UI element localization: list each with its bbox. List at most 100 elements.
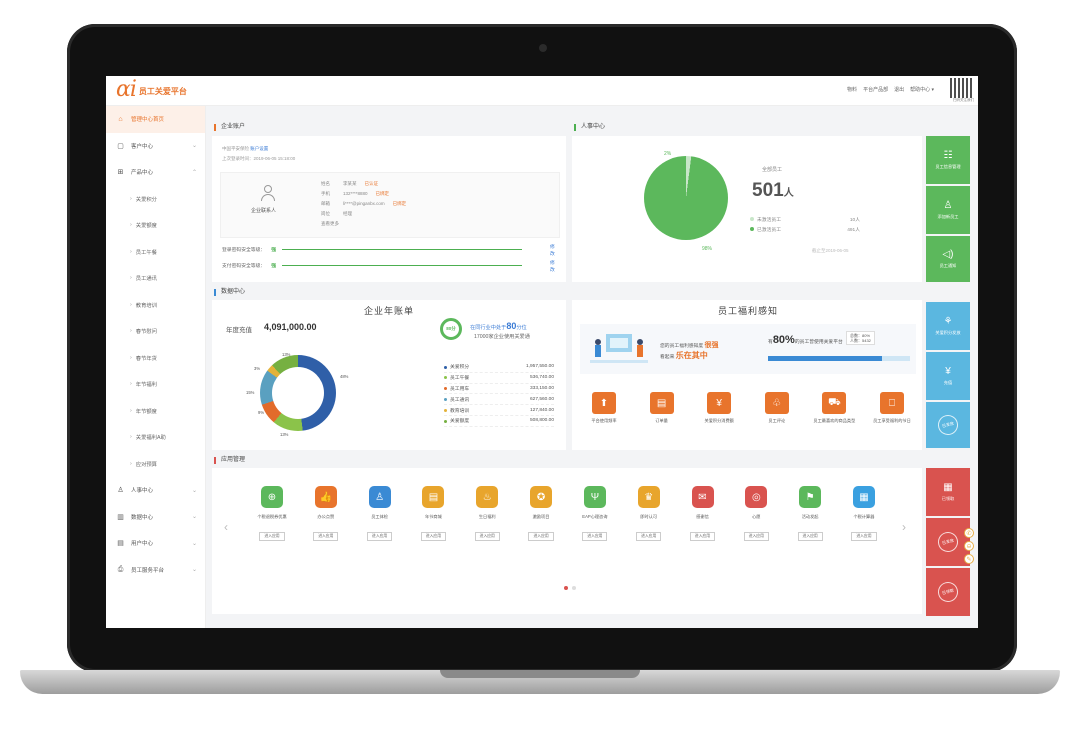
enter-app-button[interactable]: 进入应用	[528, 532, 554, 541]
app-item[interactable]: ✉ 感谢信 进入应用	[679, 486, 727, 541]
bill-list: 关爱积分 1,957,550.00 员工午餐 536,740.00 员工用车 333,…	[444, 362, 554, 427]
app-item[interactable]: ▤ 年节商城 进入应用	[409, 486, 457, 541]
sidebar-item-customer[interactable]: ▢ 客户中心 ⌄	[106, 133, 205, 160]
carousel-dot[interactable]	[572, 586, 576, 590]
arrow-up-icon: ⬆	[592, 392, 616, 414]
enter-app-button[interactable]: 进入应用	[367, 532, 393, 541]
app-item[interactable]: ◎ 心愿 进入应用	[732, 486, 780, 541]
app-item[interactable]: 👍 办公点赞 进入应用	[302, 486, 350, 541]
edit-pay-password-link[interactable]: 修改	[550, 259, 555, 273]
enter-app-button[interactable]: 进入应用	[474, 532, 500, 541]
carousel-dot[interactable]	[564, 586, 568, 590]
view-more-link[interactable]: 查看更多	[321, 221, 339, 227]
app-item[interactable]: ♙ 员工体检 进入应用	[356, 486, 404, 541]
action-order-volume[interactable]: ▤ 订单量	[638, 392, 686, 424]
security-level: 强	[271, 264, 276, 269]
avatar-icon	[261, 185, 275, 203]
action-points-spending[interactable]: ¥ 关爱积分消费额	[695, 392, 743, 424]
sidebar-subitem[interactable]: 年节福利	[106, 371, 205, 398]
sidebar-subitem[interactable]: 春节年货	[106, 345, 205, 372]
app-item[interactable]: Ψ EAP心理咨询 进入应用	[571, 486, 619, 541]
edit-icon[interactable]: ✎	[964, 554, 974, 564]
sidebar-subitem[interactable]: 员工通讯	[106, 265, 205, 292]
top-link[interactable]: 平台产品部	[863, 86, 888, 93]
floating-buttons: ✆ ⊖ ✎	[964, 528, 974, 564]
thumbs-up-icon: 👍	[314, 486, 337, 508]
sidebar-subitem[interactable]: 关爱积分	[106, 186, 205, 213]
annual-bill-title: 企业年账单	[363, 306, 414, 316]
action-holiday-welfare[interactable]: ⎕ 员工享受福利的节日	[868, 392, 916, 424]
tile-points-issue[interactable]: ⚘ 关爱积分发放	[926, 302, 970, 350]
chevron-down-icon: ⌄	[191, 514, 197, 521]
enter-app-button[interactable]: 进入应用	[420, 532, 447, 541]
people-icon: ♧	[764, 392, 789, 414]
next-arrow-icon[interactable]: ›	[902, 520, 906, 534]
account-settings-link[interactable]: 账户设置	[250, 146, 268, 151]
sidebar-item-home[interactable]: ⌂ 管理中心首页	[106, 106, 205, 133]
service-icon: ⎙	[117, 565, 124, 573]
tile-add-employee[interactable]: ♙ 添加新员工	[926, 186, 970, 234]
bar-chart-icon: ▥	[117, 513, 124, 521]
action-platform-frequency[interactable]: ⬆ 平台使用频率	[580, 392, 628, 424]
chevron-down-icon: ⌄	[191, 567, 197, 574]
enter-app-button[interactable]: 进入应用	[851, 532, 877, 541]
tile-received[interactable]: ▦ 已领取	[926, 468, 970, 516]
enter-app-button[interactable]: 进入应用	[797, 532, 823, 541]
top-link[interactable]: 物料	[847, 86, 857, 93]
app-item[interactable]: ♨ 生日福利 进入应用	[463, 486, 511, 541]
contact-row: 邮箱 li****@pinganbx.com 已绑定	[321, 201, 407, 206]
tile-received-2[interactable]: 已领取	[926, 568, 970, 616]
tile-issued[interactable]: 已发放	[926, 402, 970, 448]
sidebar-subitem[interactable]: 员工午餐	[106, 239, 205, 266]
sidebar-subitem[interactable]: 年节额度	[106, 398, 205, 425]
sidebar-item-data[interactable]: ▥ 数据中心 ⌄	[106, 504, 205, 531]
donut-label: 15%	[246, 390, 255, 395]
action-employee-comments[interactable]: ♧ 员工评论	[753, 392, 801, 424]
enter-app-button[interactable]: 进入应用	[313, 532, 339, 541]
pie-label-inactive: 2%	[664, 151, 672, 157]
enter-app-button[interactable]: 进入应用	[689, 532, 716, 541]
sidebar-subitem[interactable]: 教育培训	[106, 292, 205, 319]
enter-app-button[interactable]: 进入应用	[743, 532, 769, 541]
annual-bill-panel: 企业年账单 年度充值 4,091,000.00 80分 在同行业中处于80分位 …	[212, 300, 566, 450]
sidebar-subitem[interactable]: 春节慰问	[106, 318, 205, 345]
action-favorite-category[interactable]: ⛟ 员工最喜欢的商品类型	[810, 392, 858, 424]
sidebar-item-label: 产品中心	[131, 170, 154, 177]
tile-employee-info[interactable]: ☷ 员工信息管理	[926, 136, 970, 184]
sidebar: ⌂ 管理中心首页 ▢ 客户中心 ⌄ ⊞ 产品中心 ⌃ 关爱积分 关爱额度 员工午…	[106, 106, 206, 628]
app-item[interactable]: ⊕ 个税退税券优惠 进入应用	[248, 486, 296, 541]
gift-icon: ⎕	[879, 392, 904, 414]
sidebar-subitem[interactable]: 应对预算	[106, 451, 205, 478]
qr-code	[950, 78, 972, 98]
enter-app-button[interactable]: 进入应用	[582, 532, 608, 541]
sidebar-item-product[interactable]: ⊞ 产品中心 ⌃	[106, 159, 205, 186]
enter-app-button[interactable]: 进入应用	[636, 532, 662, 541]
app-item[interactable]: ▦ 个税计算器 进入应用	[840, 486, 888, 541]
phone-icon[interactable]: ✆	[964, 528, 974, 538]
help-center-link[interactable]: 帮助中心 ▾	[910, 86, 934, 93]
enter-app-button[interactable]: 进入应用	[259, 532, 285, 541]
sidebar-item-service[interactable]: ⎙ 员工服务平台 ⌄	[106, 557, 205, 584]
sidebar-subitem[interactable]: 关爱额度	[106, 212, 205, 239]
sidebar-item-user[interactable]: ▤ 用户中心 ⌄	[106, 530, 205, 557]
people-illustration-icon	[590, 334, 648, 363]
prev-arrow-icon[interactable]: ‹	[224, 520, 228, 534]
account-panel: 中国平安保险 账户设置 上次登录时间：2019-06-05 15:18:00 企…	[212, 136, 566, 282]
tile-notify[interactable]: ◁) 员工通知	[926, 236, 970, 282]
minus-icon[interactable]: ⊖	[964, 541, 974, 551]
person-add-icon: ♙	[943, 200, 953, 211]
logo[interactable]: αi 员工关爱平台	[116, 79, 187, 101]
tile-recharge[interactable]: ¥ 充值	[926, 352, 970, 400]
sidebar-subitem[interactable]: 关爱福利A助	[106, 424, 205, 451]
app-item[interactable]: ⚑ 活动发起 进入应用	[786, 486, 834, 541]
logout-link[interactable]: 退出	[894, 86, 904, 93]
cake-icon: ♨	[476, 486, 499, 508]
employee-activation-pie	[644, 156, 728, 240]
contact-row: 岗位 经理	[321, 211, 352, 216]
sidebar-item-hr[interactable]: ♙ 人事中心 ⌄	[106, 477, 205, 504]
app-item[interactable]: ♛ 即时认可 进入应用	[625, 486, 673, 541]
contact-row: 手机 132****8880 已绑定	[321, 191, 390, 196]
edit-login-password-link[interactable]: 修改	[550, 243, 555, 257]
grid-icon: ⊞	[117, 169, 124, 177]
app-item[interactable]: ✪ 激励项目 进入应用	[517, 486, 565, 541]
